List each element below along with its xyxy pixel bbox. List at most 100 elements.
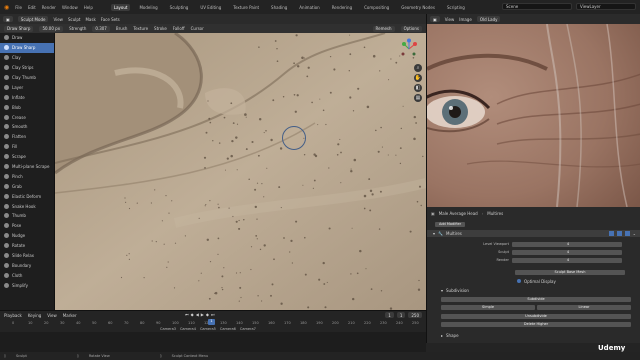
workspace-tab-modeling[interactable]: Modeling [136,4,160,11]
tool-elastic-deform[interactable]: Elastic Deform [0,191,54,201]
timeline-marker[interactable]: Camera4 [180,327,196,331]
brush-cursor[interactable] [282,126,306,150]
workspace-tab-layout[interactable]: Layout [110,3,131,11]
edit-mode-toggle-icon[interactable] [608,231,614,236]
tool-pinch[interactable]: Pinch [0,171,54,181]
image-name-field[interactable]: Old Lady [476,16,501,22]
linear-button[interactable]: Linear [537,304,631,310]
workspace-tab-scripting[interactable]: Scripting [444,4,468,11]
radius-field[interactable]: 50.00 px [39,25,64,32]
workspace-tab-rendering[interactable]: Rendering [329,4,355,11]
unsubdivide-button[interactable]: Unsubdivide [441,313,631,319]
mode-selector[interactable]: Sculpt Mode [17,16,49,22]
menu-window[interactable]: Window [62,5,78,10]
subdivision-section-label[interactable]: Subdivision [446,288,469,293]
tool-flatten[interactable]: Flatten [0,132,54,142]
viewlayer-selector[interactable]: ViewLayer [576,3,636,10]
property-value-field[interactable]: 4 [512,241,622,247]
chevron-right-icon[interactable]: ▸ [441,333,443,338]
editor-type-button[interactable]: ▣ [430,16,440,22]
menu-file[interactable]: File [15,5,22,10]
modifier-name-field[interactable]: Multires [446,231,462,236]
tool-blob[interactable]: Blob [0,102,54,112]
tool-smooth[interactable]: Smooth [0,122,54,132]
menu-view[interactable]: View [53,17,63,22]
tool-snake-hook[interactable]: Snake Hook [0,201,54,211]
tool-draw[interactable]: Draw [0,33,54,43]
zoom-icon[interactable]: ⌕ [414,64,422,72]
shape-section-label[interactable]: Shape [446,333,459,338]
remesh-menu[interactable]: Remesh [372,25,395,32]
property-value-field[interactable]: 4 [512,249,622,255]
chevron-down-icon[interactable]: ▾ [433,231,435,236]
tool-thumb[interactable]: Thumb [0,211,54,221]
tool-grab[interactable]: Grab [0,181,54,191]
tool-crease[interactable]: Crease [0,112,54,122]
workspace-tab-texture-paint[interactable]: Texture Paint [230,4,262,11]
workspace-tab-shading[interactable]: Shading [268,4,290,11]
simple-button[interactable]: Simple [441,304,535,310]
tool-clay-thumb[interactable]: Clay Thumb [0,73,54,83]
timeline-marker[interactable]: Camera3 [160,327,176,331]
modifier-menu-icon[interactable]: ⌄ [633,231,636,236]
property-value-field[interactable]: 4 [512,257,622,263]
tool-multi-plane-scrape[interactable]: Multi-plane Scrape [0,162,54,172]
subdivide-button[interactable]: Subdivide [441,296,631,302]
render-toggle-icon[interactable] [624,231,630,236]
camera-view-icon[interactable]: ◧ [414,84,422,92]
tool-boundary[interactable]: Boundary [0,260,54,270]
menu-image[interactable]: Image [459,17,472,22]
tool-draw-sharp[interactable]: Draw Sharp [0,42,54,53]
playhead[interactable]: 1 [208,319,215,325]
grid-view-icon[interactable]: ▦ [414,94,422,102]
viewport-toggle-icon[interactable] [616,231,622,236]
timeline-marker[interactable]: Camera7 [240,327,256,331]
tool-nudge[interactable]: Nudge [0,231,54,241]
menu-stroke[interactable]: Stroke [154,26,167,31]
menu-render[interactable]: Render [42,5,56,10]
optimal-display-checkbox[interactable] [517,279,521,283]
tool-simplify[interactable]: Simplify [0,280,54,290]
timeline-marker[interactable]: Camera6 [220,327,236,331]
menu-falloff[interactable]: Falloff [173,26,185,31]
tool-pose[interactable]: Pose [0,221,54,231]
blender-logo-icon[interactable]: ◉ [4,4,9,11]
menu-edit[interactable]: Edit [28,5,36,10]
tool-scrape[interactable]: Scrape [0,152,54,162]
tool-inflate[interactable]: Inflate [0,92,54,102]
tool-clay-strips[interactable]: Clay Strips [0,63,54,73]
navigation-gizmo[interactable] [398,38,420,60]
3d-viewport[interactable] [55,33,426,310]
workspace-tab-geometry-nodes[interactable]: Geometry Nodes [398,4,438,11]
menu-mask[interactable]: Mask [85,17,95,22]
menu-brush[interactable]: Brush [116,26,128,31]
scene-selector[interactable]: Scene [502,3,572,10]
timeline-marker[interactable]: Camera5 [200,327,216,331]
menu-face-sets[interactable]: Face Sets [101,17,120,22]
strength-field[interactable]: 0.307 [92,25,110,32]
workspace-tab-sculpting[interactable]: Sculpting [167,4,192,11]
menu-view[interactable]: View [445,17,455,22]
reference-photo[interactable] [426,24,640,207]
tool-fill[interactable]: Fill [0,142,54,152]
delete-higher-button[interactable]: Delete Higher [441,321,631,327]
menu-help[interactable]: Help [84,5,93,10]
options-menu[interactable]: Options [400,25,422,32]
properties-editor-icon[interactable]: ▣ [431,211,435,216]
sculpt-base-mesh-toggle[interactable]: Sculpt Base Mesh [515,269,625,275]
tool-layer[interactable]: Layer [0,82,54,92]
tool-rotate[interactable]: Rotate [0,241,54,251]
menu-cursor[interactable]: Cursor [191,26,204,31]
chevron-down-icon[interactable]: ▾ [441,288,443,293]
tool-slide-relax[interactable]: Slide Relax [0,251,54,261]
menu-sculpt[interactable]: Sculpt [68,17,81,22]
workspace-tab-uv-editing[interactable]: UV Editing [197,4,224,11]
workspace-tab-animation[interactable]: Animation [296,4,322,11]
editor-type-button[interactable]: ▣ [3,16,13,22]
workspace-tab-compositing[interactable]: Compositing [361,4,392,11]
menu-texture[interactable]: Texture [133,26,148,31]
tool-clay[interactable]: Clay [0,53,54,63]
brush-selector[interactable]: Draw Sharp [4,25,34,32]
add-modifier-button[interactable]: Add Modifier [435,221,466,227]
pan-hand-icon[interactable]: ✋ [414,74,422,82]
